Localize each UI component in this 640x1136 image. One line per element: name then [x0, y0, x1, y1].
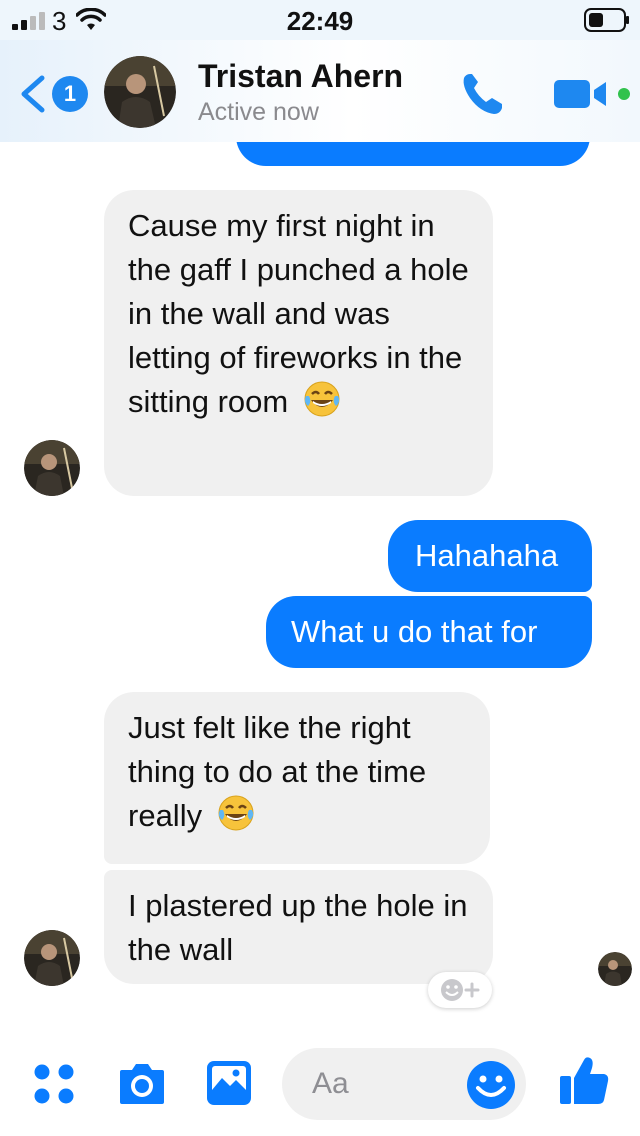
active-dot: [618, 88, 630, 100]
message-text: Hahahaha: [415, 538, 559, 573]
back-chevron-icon: [21, 75, 45, 113]
sender-avatar[interactable]: [24, 440, 80, 496]
menu-dots-icon[interactable]: [32, 1062, 76, 1106]
status-bar: 3 22:49: [0, 0, 640, 40]
contact-avatar[interactable]: [104, 56, 176, 128]
message-text: What u do that for: [291, 614, 538, 649]
tears-of-joy-emoji: [218, 795, 254, 831]
add-reaction-button[interactable]: [428, 972, 492, 1008]
message-text: I plastered up the hole in the wall: [128, 888, 468, 967]
camera-icon[interactable]: [116, 1062, 168, 1106]
seen-receipt-avatar: [598, 952, 632, 986]
clock: 22:49: [286, 6, 354, 36]
incoming-message[interactable]: Cause my first night in the gaff I punch…: [104, 190, 493, 496]
message-text: Cause my first night in the gaff I punch…: [128, 208, 469, 419]
conversation-header: 1 Tristan Ahern Active now: [0, 40, 640, 142]
outgoing-message[interactable]: Hahahaha: [388, 520, 592, 592]
back-button[interactable]: 1: [18, 74, 88, 114]
active-status: Active now: [198, 98, 319, 126]
previous-message-bubble[interactable]: [236, 142, 590, 166]
contact-name[interactable]: Tristan Ahern: [198, 58, 403, 95]
sender-avatar[interactable]: [24, 930, 80, 986]
smiley-icon[interactable]: [466, 1060, 516, 1110]
message-list[interactable]: Cause my first night in the gaff I punch…: [0, 142, 640, 1022]
add-reaction-icon: [441, 979, 480, 1001]
video-camera-icon[interactable]: [552, 78, 632, 110]
battery-icon: [584, 8, 629, 32]
phone-icon[interactable]: [458, 68, 508, 118]
gallery-icon[interactable]: [206, 1060, 252, 1106]
message-composer: [0, 1040, 640, 1136]
incoming-message[interactable]: Just felt like the right thing to do at …: [104, 692, 490, 864]
incoming-message[interactable]: I plastered up the hole in the wall: [104, 870, 493, 984]
message-text: Just felt like the right thing to do at …: [128, 710, 427, 833]
outgoing-message[interactable]: What u do that for: [266, 596, 592, 668]
thumbs-up-icon[interactable]: [558, 1054, 610, 1106]
unread-count-badge: 1: [52, 76, 88, 112]
tears-of-joy-emoji: [304, 381, 340, 417]
